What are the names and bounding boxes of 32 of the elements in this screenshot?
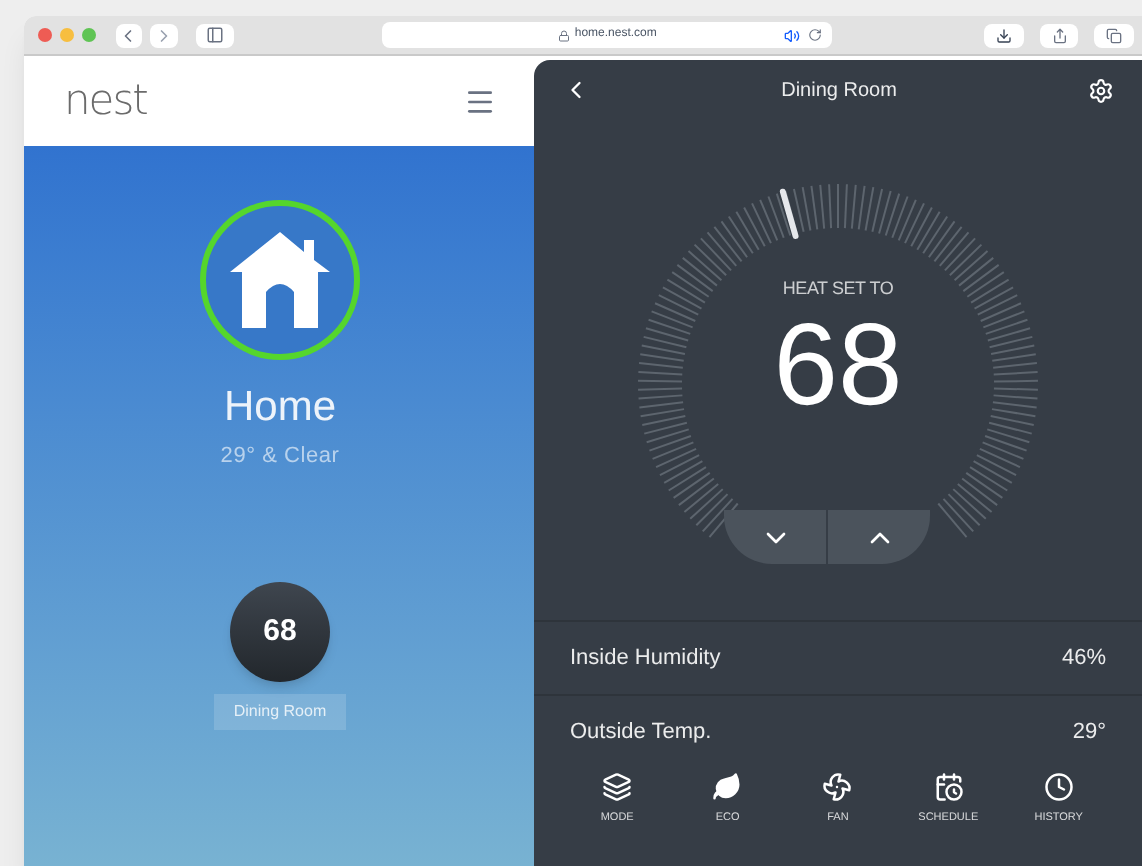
share-button[interactable] <box>1039 23 1079 47</box>
weather-text: 29° & Clear <box>220 441 340 471</box>
sidebar-button[interactable] <box>195 23 235 47</box>
menu-icon[interactable] <box>464 85 496 117</box>
forward-button[interactable] <box>150 23 178 47</box>
tabs-icon <box>1106 27 1123 43</box>
sidebar-icon <box>206 26 225 44</box>
download-icon <box>996 27 1013 43</box>
tabs-button[interactable] <box>1094 23 1134 47</box>
thermostat-button[interactable]: 68 <box>230 582 330 682</box>
info-label: Outside Temp. <box>570 717 712 748</box>
house-icon <box>226 228 334 332</box>
speaker-icon <box>784 27 801 43</box>
home-title: Home <box>223 382 337 434</box>
setpoint-value: 68 <box>773 303 903 427</box>
share-icon <box>1051 27 1068 43</box>
info-value: 46% <box>1061 643 1106 674</box>
fan-icon <box>822 772 853 802</box>
mode-label: HEAT SET TO <box>782 276 894 302</box>
leaf-icon <box>712 772 743 802</box>
clock-icon <box>1043 772 1074 802</box>
info-value: 29° <box>1072 717 1106 748</box>
settings-icon[interactable] <box>1088 77 1114 103</box>
info-label: Inside Humidity <box>570 643 721 674</box>
reload-icon[interactable] <box>808 28 823 42</box>
download-button[interactable] <box>984 23 1024 47</box>
calendar-icon <box>933 772 964 802</box>
layers-icon <box>602 772 633 802</box>
back-button[interactable] <box>115 23 143 47</box>
nest-logo[interactable]: nest <box>64 69 147 133</box>
lock-icon <box>558 29 571 41</box>
panel-title: Dining Room <box>781 77 897 105</box>
